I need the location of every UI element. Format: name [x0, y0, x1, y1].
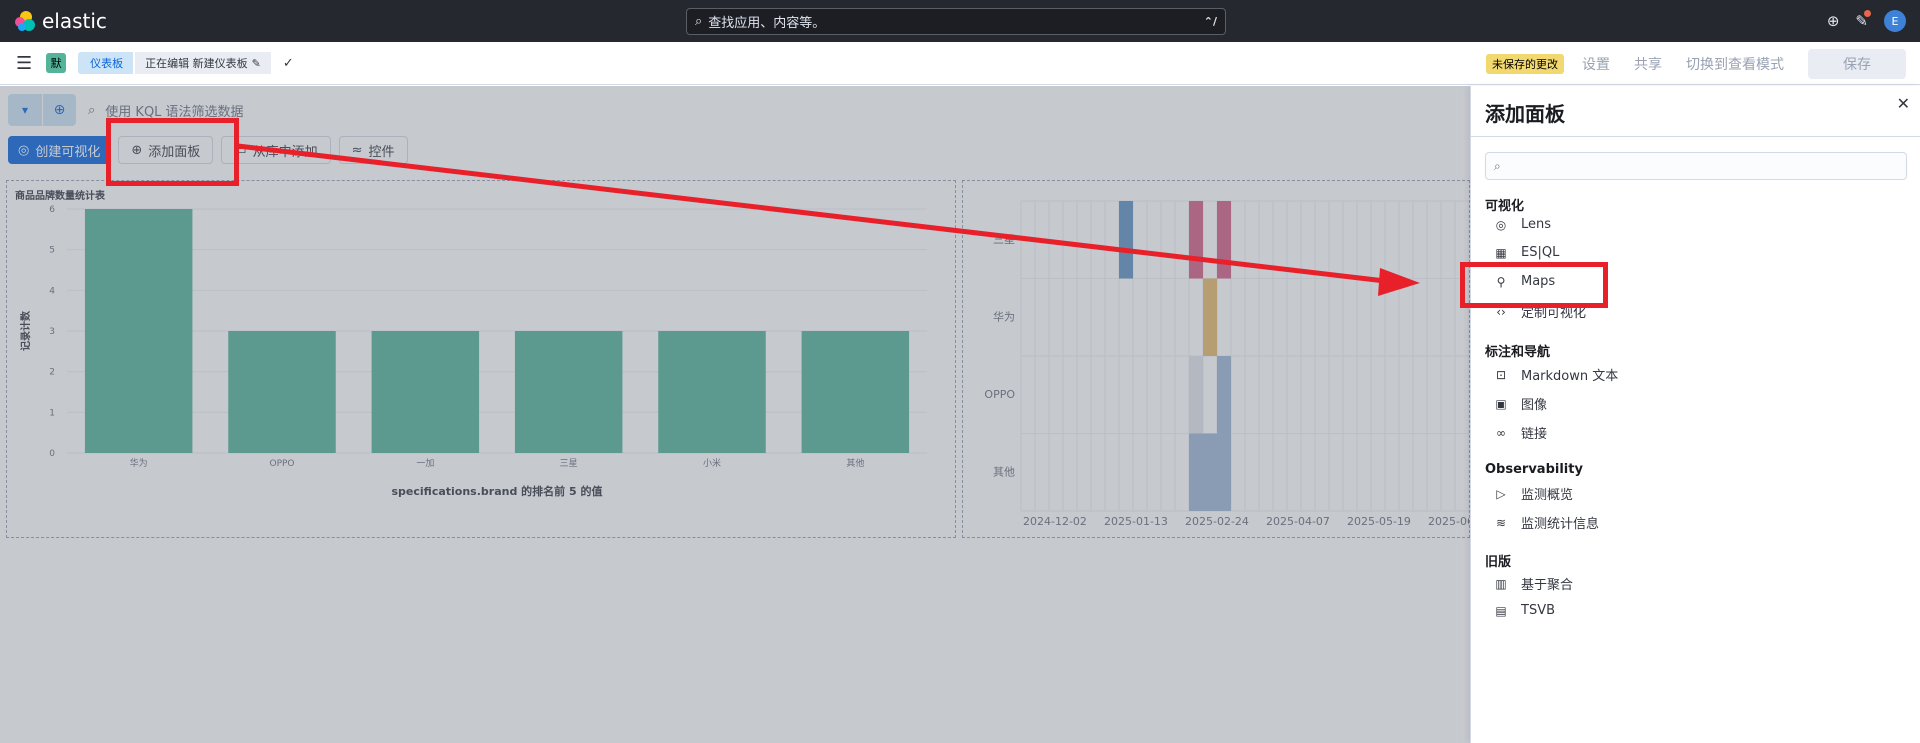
flyout-item-label: 监测统计信息: [1521, 517, 1600, 532]
app-header: ☰ 默 仪表板 正在编辑 新建仪表板 ✎ ✓ 未保存的更改 设置 共享 切换到查…: [0, 42, 1920, 85]
markdown-icon: ⊡: [1495, 367, 1507, 382]
share-link[interactable]: 共享: [1634, 54, 1662, 74]
chart-icon: ▥: [1495, 576, 1507, 591]
unsaved-changes-badge: 未保存的更改: [1486, 53, 1564, 74]
tsvb-icon: ▤: [1495, 603, 1507, 618]
esql-icon: ▦: [1495, 245, 1507, 260]
annotation-box-maps: [1460, 262, 1608, 308]
search-icon: ⌕: [1494, 158, 1501, 173]
elastic-logo[interactable]: elastic: [14, 9, 107, 33]
global-search-input[interactable]: ⌕ 查找应用、内容等。 ⌃/: [686, 8, 1226, 35]
search-icon: ⌕: [695, 14, 703, 29]
annotation-box-add-panel: [106, 118, 239, 186]
flyout-item-monitor-overview[interactable]: ▷ 监测概览: [1493, 484, 1574, 504]
flyout-item-label: Lens: [1521, 217, 1552, 232]
space-avatar[interactable]: 默: [46, 53, 67, 73]
close-icon[interactable]: ✕: [1897, 94, 1910, 113]
hamburger-menu-icon[interactable]: ☰: [16, 53, 32, 74]
breadcrumb-dashboards[interactable]: 仪表板: [78, 52, 134, 74]
divider: [1471, 136, 1920, 137]
flyout-item-lens[interactable]: ◎ Lens: [1493, 217, 1551, 232]
play-icon: ▷: [1496, 486, 1506, 501]
flyout-item-label: 链接: [1521, 427, 1548, 442]
switch-view-mode-link[interactable]: 切换到查看模式: [1686, 54, 1784, 74]
user-avatar[interactable]: E: [1884, 10, 1906, 32]
flyout-item-label: Markdown 文本: [1521, 369, 1619, 384]
link-icon: ∞: [1496, 425, 1506, 440]
flyout-item-label: 监测概览: [1521, 488, 1574, 503]
lens-icon: ◎: [1495, 217, 1507, 232]
flyout-item-label: TSVB: [1521, 603, 1556, 618]
flyout-item-label: 基于聚合: [1521, 578, 1574, 593]
flyout-item-esql[interactable]: ▦ ES|QL: [1493, 245, 1559, 260]
help-icon[interactable]: ⊕: [1827, 12, 1840, 30]
group-annotations: 标注和导航: [1485, 345, 1551, 360]
notification-dot: [1864, 10, 1871, 17]
brand-name: elastic: [42, 9, 107, 33]
pencil-icon: ✎: [251, 56, 261, 70]
save-button[interactable]: 保存: [1808, 48, 1906, 79]
flyout-title: 添加面板: [1485, 102, 1565, 126]
breadcrumb-current-label: 正在编辑 新建仪表板: [145, 57, 248, 70]
flyout-item-link[interactable]: ∞ 链接: [1493, 423, 1548, 443]
flyout-item-label: ES|QL: [1521, 245, 1560, 260]
settings-link[interactable]: 设置: [1582, 54, 1610, 74]
flyout-item-monitor-stats[interactable]: ≋ 监测统计信息: [1493, 513, 1600, 533]
flyout-item-image[interactable]: ▣ 图像: [1493, 394, 1548, 414]
signal-icon: ≋: [1495, 515, 1507, 530]
group-legacy: 旧版: [1485, 555, 1512, 570]
news-icon[interactable]: ✎: [1855, 10, 1871, 30]
flyout-item-label: 图像: [1521, 398, 1548, 413]
image-icon: ▣: [1495, 396, 1507, 411]
breadcrumb: 仪表板 正在编辑 新建仪表板 ✎: [78, 52, 271, 74]
checkmark-icon[interactable]: ✓: [283, 56, 294, 71]
breadcrumb-current[interactable]: 正在编辑 新建仪表板 ✎: [135, 52, 271, 74]
add-panel-flyout: 添加面板 ✕ ⌕ 可视化 ◎ Lens ▦ ES|QL ⚲ Maps ‹› 定制…: [1470, 86, 1920, 743]
group-observability: Observability: [1485, 462, 1583, 477]
flyout-item-aggregation-based[interactable]: ▥ 基于聚合: [1493, 574, 1574, 594]
global-search-placeholder: 查找应用、内容等。: [708, 16, 826, 31]
elastic-logo-icon: [15, 11, 35, 31]
group-visualizations: 可视化: [1485, 199, 1525, 214]
global-header: elastic ⌕ 查找应用、内容等。 ⌃/ ⊕ ✎ E: [0, 0, 1920, 42]
flyout-item-tsvb[interactable]: ▤ TSVB: [1493, 603, 1555, 618]
flyout-search-input[interactable]: ⌕: [1485, 152, 1907, 180]
search-shortcut: ⌃/: [1203, 15, 1217, 28]
flyout-item-markdown[interactable]: ⊡ Markdown 文本: [1493, 365, 1619, 385]
